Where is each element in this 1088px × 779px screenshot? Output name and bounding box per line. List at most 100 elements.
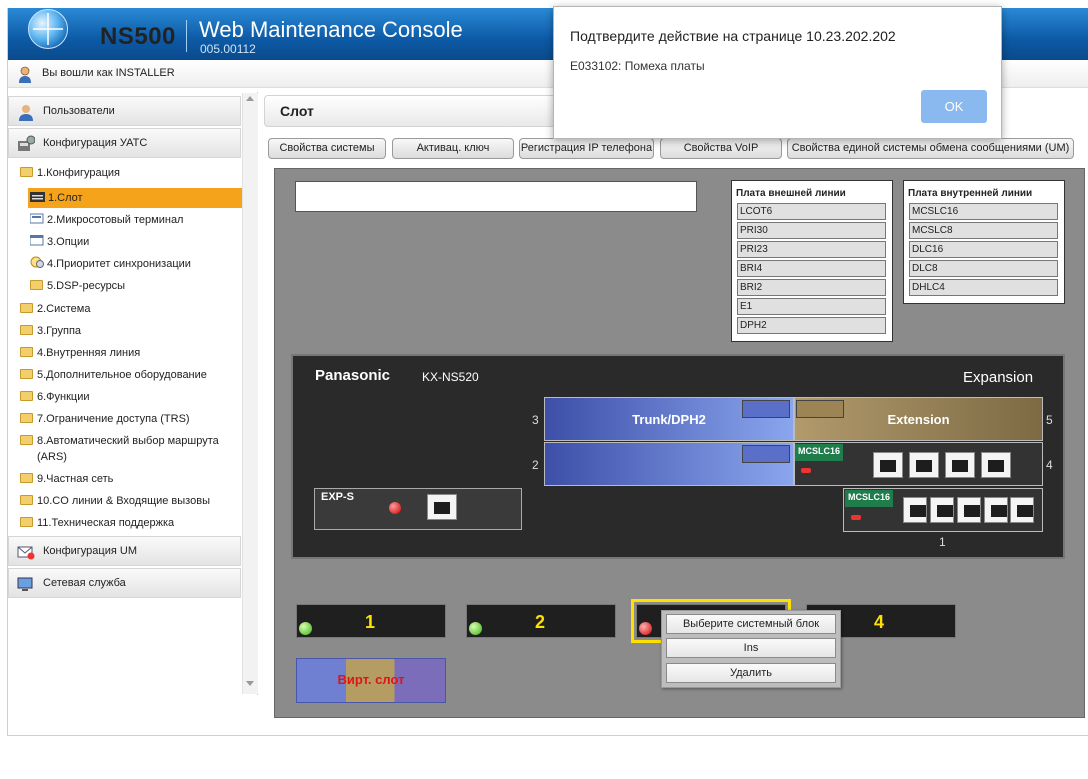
- exp-s-led: [389, 502, 401, 514]
- slot-number: 2: [532, 458, 539, 472]
- slot-number: 4: [1046, 458, 1053, 472]
- tab-ip-phone-registration[interactable]: Регистрация IP телефона: [519, 138, 654, 159]
- sidebar-item-label: Сетевая служба: [43, 577, 126, 589]
- tree-label: 11.Техническая поддержка: [37, 517, 175, 529]
- tree-item-dsp[interactable]: 5.DSP-ресурсы: [30, 278, 125, 294]
- trunk-card-item[interactable]: LCOT6: [737, 203, 886, 220]
- tab-activation-key[interactable]: Активац. ключ: [392, 138, 514, 159]
- sidebar-scrollbar[interactable]: [242, 93, 258, 694]
- rj45-port-icon: [930, 497, 954, 523]
- tree-item-slot[interactable]: 1.Слот: [30, 190, 83, 206]
- sidebar-item-net-service[interactable]: Сетевая служба: [8, 568, 241, 598]
- extension-card-item[interactable]: DLC8: [909, 260, 1058, 277]
- trunk-card-item[interactable]: PRI30: [737, 222, 886, 239]
- tree-folder-ars[interactable]: 8.Автоматический выбор маршрута: [20, 433, 219, 449]
- scroll-down-icon[interactable]: [246, 681, 254, 686]
- network-service-icon: [17, 577, 33, 591]
- tree-label: 7.Ограничение доступа (TRS): [37, 413, 190, 425]
- slot-5-label: Extension: [887, 412, 950, 427]
- extension-card-item[interactable]: MCSLC16: [909, 203, 1058, 220]
- menu-item-delete[interactable]: Удалить: [666, 663, 836, 683]
- exp-s-label: EXP-S: [321, 491, 355, 503]
- tree-folder-ars-cont: (ARS): [37, 451, 67, 463]
- expansion-label: Expansion: [963, 369, 1034, 386]
- trunk-card-item[interactable]: PRI23: [737, 241, 886, 258]
- scroll-up-icon[interactable]: [246, 96, 254, 101]
- unit-1-number: 1: [365, 612, 376, 632]
- tree-label: 1.Слот: [48, 192, 83, 204]
- tree-item-sync-priority[interactable]: 4.Приоритет синхронизации: [30, 256, 191, 272]
- tree-folder-group[interactable]: 3.Группа: [20, 323, 81, 339]
- sidebar-item-label: Пользователи: [43, 105, 115, 117]
- dialog-title: Подтвердите действие на странице 10.23.2…: [570, 28, 896, 44]
- folder-icon: [20, 517, 33, 527]
- rj45-port-icon: [427, 494, 457, 520]
- trunk-card-item[interactable]: DPH2: [737, 317, 886, 334]
- unit-3-status-led: [639, 622, 652, 635]
- rj45-port-icon: [909, 452, 939, 478]
- um-config-icon: [17, 546, 35, 560]
- sidebar-item-users[interactable]: Пользователи: [8, 96, 241, 126]
- sidebar-item-pbx-config[interactable]: Конфигурация УАТС: [8, 128, 241, 158]
- frame-left-border: [7, 8, 8, 736]
- slot-icon: [30, 192, 45, 202]
- tree-label: 6.Функции: [37, 391, 90, 403]
- model-label: KX-NS520: [422, 370, 479, 384]
- extension-card-item[interactable]: MCSLC8: [909, 222, 1058, 239]
- tree-item-microcell[interactable]: 2.Микросотовый терминал: [29, 212, 183, 228]
- tree-label: 4.Внутренняя линия: [37, 347, 141, 359]
- tree-folder-config[interactable]: 1.Конфигурация: [20, 165, 120, 181]
- tree-label: 4.Приоритет синхронизации: [47, 258, 191, 270]
- extension-card-item[interactable]: DHLC4: [909, 279, 1058, 296]
- tree-label: 1.Конфигурация: [37, 167, 120, 179]
- folder-icon: [20, 495, 33, 505]
- tab-um-properties[interactable]: Свойства единой системы обмена сообщения…: [787, 138, 1074, 159]
- trunk-card-item[interactable]: BRI4: [737, 260, 886, 277]
- user-icon: [19, 66, 31, 83]
- tree-folder-private-net[interactable]: 9.Частная сеть: [20, 471, 113, 487]
- rj45-port-icon: [981, 452, 1011, 478]
- unit-2-number: 2: [535, 612, 546, 632]
- dialog-message: E033102: Помеха платы: [570, 59, 705, 73]
- slot-number: 3: [532, 413, 539, 427]
- tree-label: 8.Автоматический выбор маршрута: [37, 435, 219, 447]
- tree-folder-trs[interactable]: 7.Ограничение доступа (TRS): [20, 411, 190, 427]
- header-divider: [186, 20, 187, 52]
- tree-label: 5.DSP-ресурсы: [47, 280, 126, 292]
- logged-in-label: Вы вошли как INSTALLER: [42, 67, 175, 79]
- tree-label: 3.Группа: [37, 325, 82, 337]
- unit-1-status-led: [299, 622, 312, 635]
- slot-4-led: [801, 468, 811, 473]
- sidebar-item-um-config[interactable]: Конфигурация UM: [8, 536, 241, 566]
- menu-item-ins[interactable]: Ins: [666, 638, 836, 658]
- menu-item-select-unit[interactable]: Выберите системный блок: [666, 614, 836, 634]
- trunk-card-item[interactable]: E1: [737, 298, 886, 315]
- folder-icon: [20, 325, 33, 335]
- rj45-port-icon: [984, 497, 1008, 523]
- microcell-icon: [29, 213, 44, 224]
- rj45-port-icon: [1010, 497, 1034, 523]
- tree-folder-maintenance[interactable]: 11.Техническая поддержка: [20, 515, 174, 531]
- rj45-port-icon: [873, 452, 903, 478]
- folder-icon: [20, 435, 33, 445]
- tab-system-properties[interactable]: Свойства системы: [268, 138, 386, 159]
- tree-folder-system[interactable]: 2.Система: [20, 301, 90, 317]
- tree-folder-co-lines[interactable]: 10.CO линии & Входящие вызовы: [20, 493, 210, 509]
- extension-card-item[interactable]: DLC16: [909, 241, 1058, 258]
- sync-icon: [30, 256, 44, 268]
- tree-folder-extension[interactable]: 4.Внутренняя линия: [20, 345, 140, 361]
- folder-icon: [20, 391, 33, 401]
- trunk-card-item[interactable]: BRI2: [737, 279, 886, 296]
- version-label: 005.00112: [200, 42, 256, 56]
- tree-folder-optional-devices[interactable]: 5.Дополнительное оборудование: [20, 367, 207, 383]
- tree-label: 9.Частная сеть: [37, 473, 114, 485]
- tab-voip-properties[interactable]: Свойства VoIP: [660, 138, 782, 159]
- slot-3-label: Trunk/DPH2: [632, 412, 706, 427]
- unit-4-number: 4: [874, 612, 885, 632]
- folder-icon: [30, 280, 43, 290]
- slot-2-window: [742, 445, 790, 463]
- pbx-config-icon: [18, 135, 35, 151]
- ok-button[interactable]: OK: [921, 90, 987, 123]
- tree-item-options[interactable]: 3.Опции: [29, 234, 89, 250]
- tree-folder-features[interactable]: 6.Функции: [20, 389, 90, 405]
